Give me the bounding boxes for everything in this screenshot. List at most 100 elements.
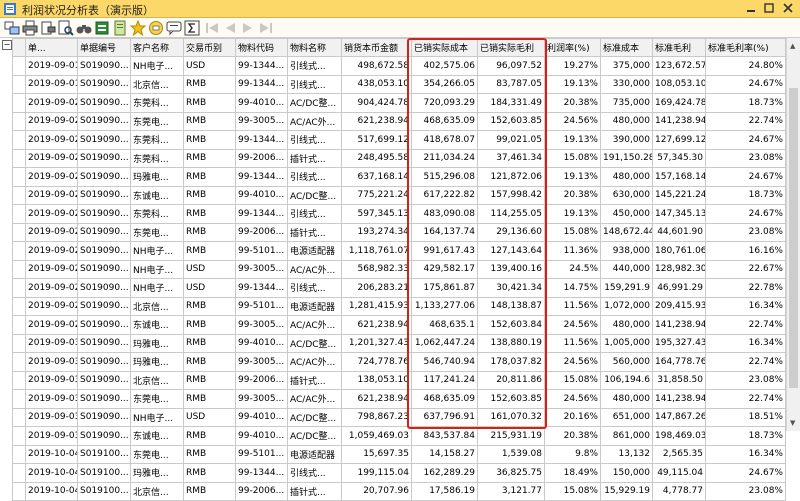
column-header[interactable]: 标准毛利率(%) xyxy=(705,38,786,57)
table-cell[interactable]: RMB xyxy=(183,333,236,353)
table-cell[interactable]: 99-4010... xyxy=(235,93,288,113)
table-cell[interactable]: 99-3005... xyxy=(235,259,288,279)
table-cell[interactable]: S019090... xyxy=(77,93,131,113)
vertical-scrollbar[interactable]: ▲ ▼ xyxy=(786,38,800,431)
table-cell[interactable]: 北京信... xyxy=(130,296,184,316)
table-cell[interactable]: 30,421.34 xyxy=(477,278,545,298)
table-cell[interactable]: AC/AC外... xyxy=(287,111,342,131)
table-cell[interactable]: 2019-10-04 xyxy=(25,444,78,464)
table-cell[interactable]: 13,132 xyxy=(600,444,653,464)
export-icon[interactable] xyxy=(112,20,128,36)
table-cell[interactable]: NH电子... xyxy=(130,259,184,279)
table-cell[interactable]: 938,000 xyxy=(600,241,653,261)
column-header[interactable]: 已销实际毛利 xyxy=(477,38,545,57)
table-cell[interactable]: NH电子... xyxy=(130,56,184,76)
table-cell[interactable]: 429,582.17 xyxy=(411,259,478,279)
table-cell[interactable]: 东莞科... xyxy=(130,93,184,113)
table-cell[interactable]: 468,635.09 xyxy=(411,111,478,131)
row-indicator[interactable] xyxy=(12,148,26,168)
table-cell[interactable]: S019090... xyxy=(77,167,131,187)
table-cell[interactable]: 99-4010... xyxy=(235,426,288,446)
table-cell[interactable]: 16.34% xyxy=(705,296,786,316)
column-header[interactable]: 标准毛利 xyxy=(652,38,706,57)
scroll-down-icon[interactable]: ▼ xyxy=(790,419,795,427)
table-cell[interactable]: AC/DC整... xyxy=(287,93,342,113)
table-cell[interactable]: 19.13% xyxy=(544,167,601,187)
table-cell[interactable]: 99-2006... xyxy=(235,148,288,168)
table-row[interactable]: 2019-09-01 S019090... NH电子... USD 99-1344...… xyxy=(12,56,786,76)
table-cell[interactable]: 138,053.10 xyxy=(341,370,412,390)
row-indicator[interactable] xyxy=(12,241,26,261)
table-cell[interactable]: 480,000 xyxy=(600,389,653,409)
table-cell[interactable]: 178,037.82 xyxy=(477,352,545,372)
table-cell[interactable]: 2019-09-02 xyxy=(25,278,78,298)
table-cell[interactable]: 24.80% xyxy=(705,56,786,76)
row-indicator[interactable] xyxy=(12,167,26,187)
table-cell[interactable]: RMB xyxy=(183,352,236,372)
table-cell[interactable]: S019090... xyxy=(77,222,131,242)
table-cell[interactable]: 北京信... xyxy=(130,370,184,390)
table-cell[interactable]: 440,000 xyxy=(600,259,653,279)
table-cell[interactable]: 北京信... xyxy=(130,74,184,94)
table-cell[interactable]: 198,469.03 xyxy=(652,426,706,446)
table-cell[interactable]: 插针式... xyxy=(287,370,342,390)
row-indicator[interactable] xyxy=(12,296,26,316)
table-cell[interactable]: USD xyxy=(183,259,236,279)
row-indicator[interactable] xyxy=(12,315,26,335)
table-cell[interactable]: 164,778.76 xyxy=(652,352,706,372)
table-cell[interactable]: S019090... xyxy=(77,389,131,409)
table-cell[interactable]: 99-1344... xyxy=(235,130,288,150)
find-icon[interactable] xyxy=(58,20,74,36)
table-cell[interactable]: 24.67% xyxy=(705,463,786,483)
table-cell[interactable]: 117,241.24 xyxy=(411,370,478,390)
nav-next-icon[interactable] xyxy=(240,20,256,36)
table-row[interactable]: 2019-09-02 S019090... NH电子... RMB 99-5101...… xyxy=(12,241,786,261)
table-cell[interactable]: 480,000 xyxy=(600,167,653,187)
table-cell[interactable]: 9.8% xyxy=(544,444,601,464)
table-cell[interactable]: 22.74% xyxy=(705,352,786,372)
table-cell[interactable]: 150,000 xyxy=(600,463,653,483)
table-cell[interactable]: 3,121.77 xyxy=(477,481,545,501)
table-cell[interactable]: 99-1344... xyxy=(235,278,288,298)
table-cell[interactable]: 195,327.43 xyxy=(652,333,706,353)
table-cell[interactable]: 23.08% xyxy=(705,148,786,168)
table-cell[interactable]: 29,136.60 xyxy=(477,222,545,242)
table-cell[interactable]: 16.34% xyxy=(705,444,786,464)
table-row[interactable]: 2019-09-02 S019090... 玛雅电... RMB 99-1344... 引… xyxy=(12,167,786,187)
table-cell[interactable]: 14.75% xyxy=(544,278,601,298)
table-cell[interactable]: 517,699.12 xyxy=(341,130,412,150)
table-cell[interactable]: 东诚电... xyxy=(130,185,184,205)
table-cell[interactable]: 99-1344... xyxy=(235,167,288,187)
table-cell[interactable]: 15.08% xyxy=(544,481,601,501)
table-cell[interactable]: 843,537.84 xyxy=(411,426,478,446)
table-cell[interactable]: 4,778.77 xyxy=(652,481,706,501)
column-header[interactable]: 交易币别 xyxy=(183,38,236,57)
table-cell[interactable]: 141,238.94 xyxy=(652,389,706,409)
row-indicator[interactable] xyxy=(12,185,26,205)
table-row[interactable]: 2019-09-03 S019090... NH电子... USD 99-4010...… xyxy=(12,407,786,427)
table-cell[interactable]: 14,158.27 xyxy=(411,444,478,464)
table-cell[interactable]: 375,000 xyxy=(600,56,653,76)
table-cell[interactable]: S019090... xyxy=(77,111,131,131)
table-cell[interactable]: 20.38% xyxy=(544,185,601,205)
column-header[interactable]: 物料名称 xyxy=(287,38,342,57)
table-cell[interactable]: 621,238.94 xyxy=(341,389,412,409)
table-cell[interactable]: 1,118,761.07 xyxy=(341,241,412,261)
table-cell[interactable]: 148,672.44 xyxy=(600,222,653,242)
table-cell[interactable]: 96,097.52 xyxy=(477,56,545,76)
table-cell[interactable]: 19.13% xyxy=(544,130,601,150)
table-cell[interactable]: 电源适配器 xyxy=(287,241,342,261)
export-excel-icon[interactable] xyxy=(94,20,110,36)
column-header[interactable]: 客户名称 xyxy=(130,38,184,57)
table-cell[interactable]: 108,053.10 xyxy=(652,74,706,94)
table-cell[interactable]: 49,115.04 xyxy=(652,463,706,483)
table-row[interactable]: 2019-09-02 S019090... 东莞科... RMB 99-4010... A… xyxy=(12,93,786,113)
table-cell[interactable]: RMB xyxy=(183,426,236,446)
table-cell[interactable]: 121,872.06 xyxy=(477,167,545,187)
table-cell[interactable]: 480,000 xyxy=(600,111,653,131)
table-cell[interactable]: 2019-09-02 xyxy=(25,167,78,187)
table-cell[interactable]: 2019-09-02 xyxy=(25,204,78,224)
table-cell[interactable]: 引线式... xyxy=(287,463,342,483)
table-cell[interactable]: S019090... xyxy=(77,241,131,261)
row-indicator[interactable] xyxy=(12,389,26,409)
